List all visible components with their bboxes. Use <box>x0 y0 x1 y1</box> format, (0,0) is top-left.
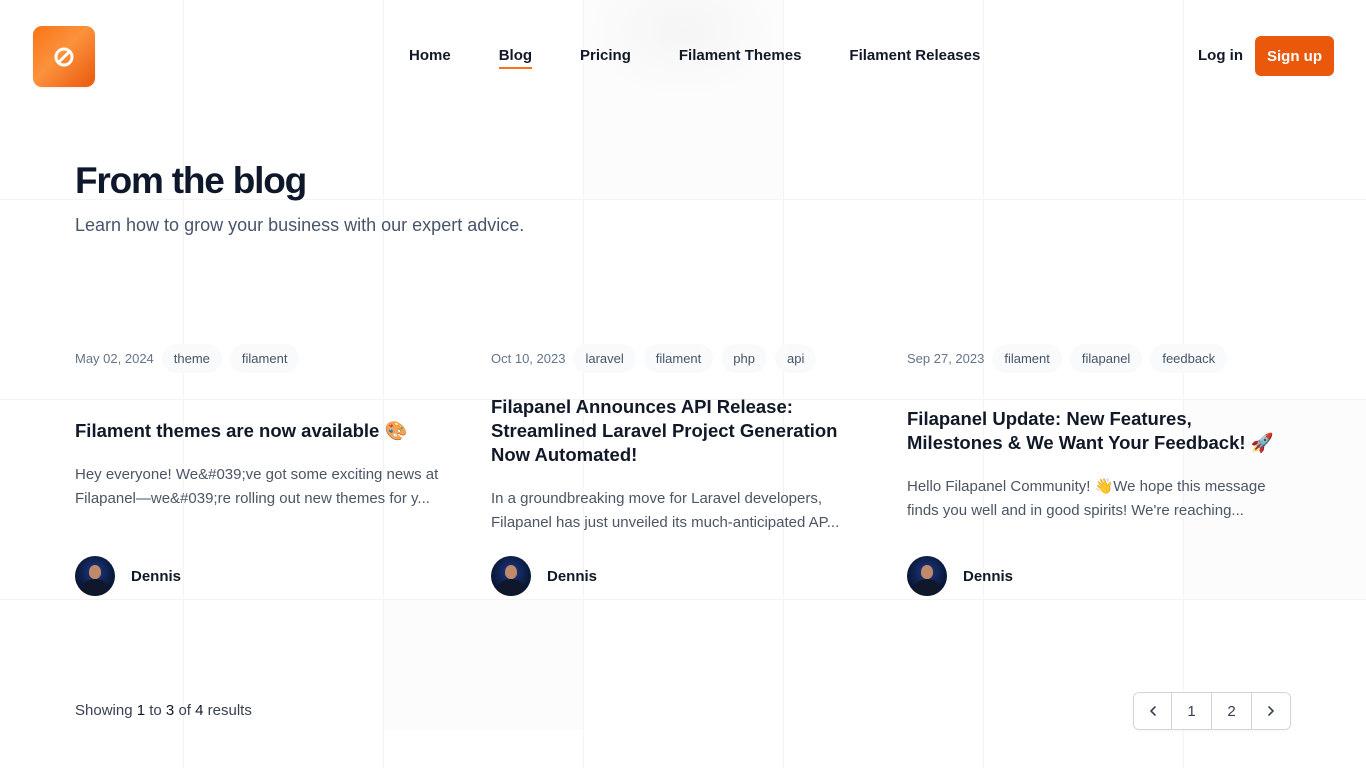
nav-pricing[interactable]: Pricing <box>580 46 631 66</box>
avatar <box>75 556 115 596</box>
post-excerpt: Hey everyone! We&#039;ve got some exciti… <box>75 465 439 507</box>
post-body: Filapanel Update: New Features, Mileston… <box>907 373 1291 556</box>
post-tag[interactable]: filapanel <box>1069 343 1143 373</box>
post-author: Dennis <box>907 556 1291 596</box>
logo[interactable] <box>33 26 95 87</box>
pagination: 1 2 <box>1133 692 1291 730</box>
site-header: Home Blog Pricing Filament Themes Filame… <box>0 0 1366 112</box>
login-link[interactable]: Log in <box>1198 46 1243 66</box>
post-title[interactable]: Filament themes are now available 🎨 <box>75 419 459 443</box>
post-tag[interactable]: filament <box>229 343 300 373</box>
post-meta: Sep 27, 2023 filament filapanel feedback <box>907 343 1291 373</box>
main-nav: Home Blog Pricing Filament Themes Filame… <box>409 46 980 69</box>
page-title: From the blog <box>75 160 307 201</box>
avatar <box>907 556 947 596</box>
post-body: Filapanel Announces API Release: Streaml… <box>491 373 875 556</box>
post-author: Dennis <box>75 556 459 596</box>
signup-button[interactable]: Sign up <box>1255 36 1334 76</box>
post-meta: May 02, 2024 theme filament <box>75 343 459 373</box>
post-meta: Oct 10, 2023 laravel filament php api <box>491 343 875 373</box>
post-date: May 02, 2024 <box>75 350 154 366</box>
post-date: Sep 27, 2023 <box>907 350 985 366</box>
chevron-right-icon <box>1268 706 1274 716</box>
post-tag[interactable]: api <box>774 343 817 373</box>
nav-home[interactable]: Home <box>409 46 451 66</box>
posts-grid: May 02, 2024 theme filament Filament the… <box>75 343 1291 596</box>
next-page-button[interactable] <box>1252 693 1290 729</box>
author-name: Dennis <box>547 567 598 585</box>
post-excerpt: In a groundbreaking move for Laravel dev… <box>491 489 840 531</box>
page-subtitle: Learn how to grow your business with our… <box>75 215 525 235</box>
post-date: Oct 10, 2023 <box>491 350 566 366</box>
chevron-left-icon <box>1149 706 1156 716</box>
results-to: 3 <box>165 702 175 719</box>
post-excerpt: Hello Filapanel Community! 👋We hope this… <box>907 477 1266 519</box>
page-button-1[interactable]: 1 <box>1172 693 1212 729</box>
nav-filament-themes[interactable]: Filament Themes <box>679 46 802 66</box>
nav-blog[interactable]: Blog <box>498 46 533 69</box>
author-name: Dennis <box>131 567 182 585</box>
results-showing-label: Showing <box>75 702 133 719</box>
logo-mark-icon <box>54 47 74 66</box>
results-summary: Showing 1 to 3 of 4 results <box>75 702 252 720</box>
post-title[interactable]: Filapanel Announces API Release: Streaml… <box>491 395 875 467</box>
post-tag[interactable]: feedback <box>1150 343 1228 373</box>
page-button-2[interactable]: 2 <box>1212 693 1252 729</box>
post-card[interactable]: Sep 27, 2023 filament filapanel feedback… <box>907 343 1291 596</box>
post-author: Dennis <box>491 556 875 596</box>
pagination-bar: Showing 1 to 3 of 4 results 1 2 <box>75 692 1291 730</box>
results-word: results <box>207 702 252 719</box>
post-tag[interactable]: theme <box>161 343 222 373</box>
author-name: Dennis <box>963 567 1014 585</box>
hero: From the blog Learn how to grow your bus… <box>75 158 524 238</box>
results-total: 4 <box>195 702 204 719</box>
post-tag[interactable]: filament <box>992 343 1062 373</box>
results-from: 1 <box>136 702 146 719</box>
post-body: Filament themes are now available 🎨 Hey … <box>75 373 459 556</box>
post-card[interactable]: May 02, 2024 theme filament Filament the… <box>75 343 459 596</box>
nav-filament-releases[interactable]: Filament Releases <box>849 46 980 66</box>
post-card[interactable]: Oct 10, 2023 laravel filament php api Fi… <box>491 343 875 596</box>
results-of-label: of <box>178 702 191 719</box>
post-tag[interactable]: php <box>721 343 767 373</box>
results-to-label: to <box>149 702 162 719</box>
prev-page-button[interactable] <box>1134 693 1172 729</box>
post-title[interactable]: Filapanel Update: New Features, Mileston… <box>907 407 1291 455</box>
post-tag[interactable]: laravel <box>573 343 636 373</box>
post-tag[interactable]: filament <box>643 343 714 373</box>
avatar <box>491 556 531 596</box>
